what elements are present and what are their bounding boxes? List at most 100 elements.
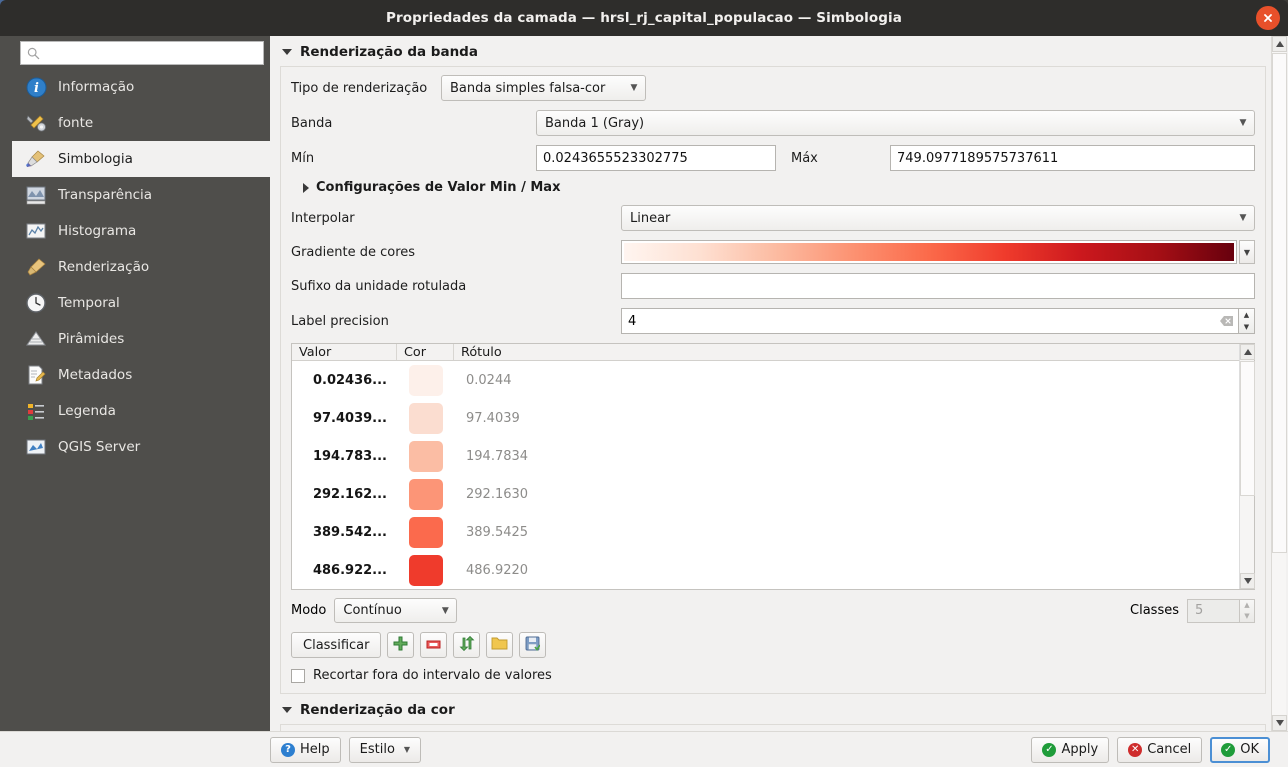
scroll-down-icon[interactable] [1240,573,1255,589]
cell-rotulo[interactable]: 389.5425 [454,525,1239,540]
cell-valor[interactable]: 292.162... [292,487,397,502]
sort-entries-button[interactable] [453,632,481,658]
classify-button-row: Classificar [291,632,1255,658]
color-ramp-dropdown[interactable]: ▼ [1239,240,1255,264]
chevron-down-icon: ▼ [403,745,411,754]
sidebar-item-piramides[interactable]: Pirâmides [12,321,270,357]
label-precision-stepper[interactable]: ▲ ▼ [1238,308,1255,334]
max-input[interactable]: 749.0977189575737611 [890,145,1255,171]
chevron-down-icon: ▼ [630,83,638,93]
color-swatch[interactable] [408,516,443,548]
cell-rotulo[interactable]: 97.4039 [454,411,1239,426]
sidebar-item-legenda[interactable]: Legenda [12,393,270,429]
clear-icon[interactable] [1218,313,1234,329]
stepper-down-icon[interactable]: ▼ [1239,321,1254,333]
sidebar-item-histograma[interactable]: Histograma [12,213,270,249]
scroll-up-icon[interactable] [1240,344,1255,360]
sidebar-item-simbologia[interactable]: Simbologia [12,141,270,177]
sidebar-item-renderizacao[interactable]: Renderização [12,249,270,285]
color-swatch[interactable] [408,554,443,586]
band-value: Banda 1 (Gray) [545,115,645,131]
interpolate-combo[interactable]: Linear ▼ [621,205,1255,231]
stepper-up-icon[interactable]: ▲ [1239,309,1254,321]
unit-suffix-input[interactable] [621,273,1255,299]
color-swatch[interactable] [408,440,443,472]
color-swatch[interactable] [408,364,443,396]
render-type-row: Tipo de renderização Banda simples falsa… [291,75,1255,101]
dialog-titlebar: Propriedades da camada — hrsl_rj_capital… [0,0,1288,36]
dialog-title: Propriedades da camada — hrsl_rj_capital… [386,10,902,26]
label-precision-input[interactable]: 4 [621,308,1238,334]
gradient-label: Gradiente de cores [291,244,416,260]
remove-entry-button[interactable] [420,632,448,658]
sidebar-item-label: Temporal [58,295,120,311]
load-color-map-button[interactable] [486,632,514,658]
cell-cor[interactable] [397,364,454,396]
clip-checkbox[interactable] [291,668,305,683]
cell-cor[interactable] [397,516,454,548]
clip-checkbox-row[interactable]: Recortar fora do intervalo de valores [291,668,1255,683]
apply-button[interactable]: ✓ Apply [1031,736,1110,763]
scroll-down-icon[interactable] [1272,715,1287,731]
sidebar-item-label: Legenda [58,403,116,419]
cell-rotulo[interactable]: 486.9220 [454,563,1239,578]
sidebar-item-informacao[interactable]: i Informação [12,69,270,105]
sidebar-item-temporal[interactable]: Temporal [12,285,270,321]
table-row[interactable]: 389.542... 389.5425 [292,513,1239,551]
table-row[interactable]: 0.02436... 0.0244 [292,361,1239,399]
close-icon[interactable] [1256,6,1280,30]
style-label: Estilo [359,742,395,757]
min-input[interactable]: 0.0243655523302775 [536,145,776,171]
color-table-scrollbar[interactable] [1239,344,1255,589]
cancel-label: Cancel [1147,742,1192,757]
style-button[interactable]: Estilo ▼ [348,736,422,763]
classes-stepper: ▲ ▼ [1239,598,1255,623]
scrollbar-thumb[interactable] [1272,53,1287,553]
add-entry-button[interactable] [387,632,415,658]
cell-valor[interactable]: 0.02436... [292,373,397,388]
cell-rotulo[interactable]: 194.7834 [454,449,1239,464]
cell-valor[interactable]: 486.922... [292,563,397,578]
cell-rotulo[interactable]: 292.1630 [454,487,1239,502]
min-value: 0.0243655523302775 [543,150,688,166]
color-swatch[interactable] [408,478,443,510]
sidebar-item-transparencia[interactable]: Transparência [12,177,270,213]
cell-valor[interactable]: 97.4039... [292,411,397,426]
chevron-down-icon: ▼ [441,605,449,616]
cell-rotulo[interactable]: 0.0244 [454,373,1239,388]
render-type-combo[interactable]: Banda simples falsa-cor ▼ [441,75,646,101]
max-value: 749.0977189575737611 [897,150,1059,166]
help-button[interactable]: ? Help [270,736,341,763]
cell-valor[interactable]: 389.542... [292,525,397,540]
cell-cor[interactable] [397,554,454,586]
cell-cor[interactable] [397,402,454,434]
scroll-up-icon[interactable] [1272,36,1287,52]
ok-button[interactable]: ✓ OK [1210,736,1270,763]
table-row[interactable]: 194.783... 194.7834 [292,437,1239,475]
table-row[interactable]: 292.162... 292.1630 [292,475,1239,513]
save-color-map-button[interactable] [519,632,547,658]
cell-cor[interactable] [397,478,454,510]
cell-valor[interactable]: 194.783... [292,449,397,464]
table-row[interactable]: 486.922... 486.9220 [292,551,1239,589]
search-box[interactable] [20,41,264,65]
main-scrollbar[interactable] [1271,36,1287,731]
band-label: Banda [291,115,333,131]
cancel-button[interactable]: ✕ Cancel [1117,736,1203,763]
sidebar-item-qgis-server[interactable]: QGIS Server [12,429,270,465]
color-swatch[interactable] [408,402,443,434]
table-row[interactable]: 97.4039... 97.4039 [292,399,1239,437]
band-rendering-group-header[interactable]: Renderização da banda [280,36,1266,66]
minmax-settings-header[interactable]: Configurações de Valor Min / Max [303,180,1255,195]
color-ramp-button[interactable] [621,240,1237,264]
label-precision-value: 4 [628,313,637,329]
search-input[interactable] [40,42,263,64]
sidebar-item-metadados[interactable]: Metadados [12,357,270,393]
color-rendering-group-header[interactable]: Renderização da cor [280,694,1266,724]
sidebar-item-fonte[interactable]: fonte [12,105,270,141]
classify-button[interactable]: Classificar [291,632,382,658]
scrollbar-thumb[interactable] [1240,361,1255,496]
band-combo[interactable]: Banda 1 (Gray) ▼ [536,110,1255,136]
cell-cor[interactable] [397,440,454,472]
mode-combo[interactable]: Contínuo ▼ [334,598,458,623]
